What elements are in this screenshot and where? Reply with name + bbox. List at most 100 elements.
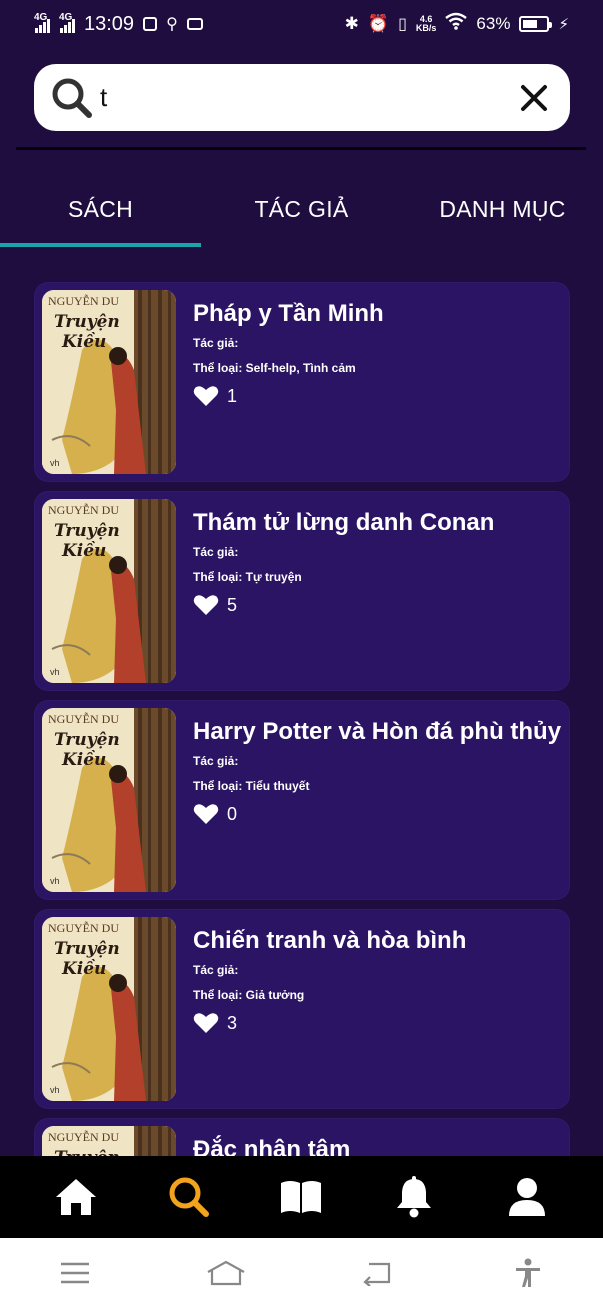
- search-icon: [50, 76, 94, 120]
- book-cover-image: NGUYỄN DU Truyện Kiều vh: [42, 917, 176, 1101]
- book-title: Thám tử lừng danh Conan: [193, 509, 495, 536]
- heart-icon: [193, 386, 219, 406]
- accessibility-icon: [515, 1258, 540, 1287]
- back-button[interactable]: [352, 1253, 402, 1293]
- clock: 13:09: [84, 12, 135, 35]
- battery-percent: 63%: [476, 14, 511, 33]
- cover-title-line1: Truyện: [54, 730, 120, 750]
- wifi-icon: [445, 12, 468, 36]
- usb-icon: ⚲: [166, 16, 178, 33]
- like-counter[interactable]: 0: [193, 803, 237, 825]
- alarm-icon: ⏰: [367, 14, 390, 33]
- cover-author-text: NGUYỄN DU: [48, 712, 119, 726]
- like-counter[interactable]: 5: [193, 594, 237, 616]
- tab-categories[interactable]: DANH MỤC: [402, 176, 603, 242]
- menu-icon: [61, 1262, 90, 1283]
- book-cover-image: NGUYỄN DU Truyện Kiều vh: [42, 290, 176, 474]
- status-bar: 4G 4G 13:09 ⚲ ✱ ⏰ ▯ 4.6 KB/s 63% ⚡: [0, 0, 603, 48]
- status-right: ✱ ⏰ ▯ 4.6 KB/s 63% ⚡: [345, 12, 569, 36]
- tab-authors[interactable]: TÁC GIẢ: [201, 176, 402, 242]
- cover-publisher: vh: [50, 458, 60, 468]
- nav-profile[interactable]: [499, 1169, 555, 1225]
- book-author: Tác giả:: [193, 545, 239, 559]
- book-icon: [281, 1181, 322, 1213]
- cover-title-line1: Truyện: [54, 521, 120, 541]
- like-counter[interactable]: 3: [193, 1012, 237, 1034]
- heart-icon: [193, 804, 219, 824]
- search-bar[interactable]: [34, 64, 570, 131]
- cover-author-text: NGUYỄN DU: [48, 503, 119, 517]
- cell-signal-icon: 4G: [34, 12, 50, 33]
- cell-signal-icon-2: 4G: [59, 12, 75, 33]
- network-speed: 4.6 KB/s: [416, 15, 437, 33]
- cover-publisher: vh: [50, 876, 60, 886]
- home-icon: [56, 1179, 97, 1215]
- like-count: 3: [227, 1012, 238, 1033]
- tab-books[interactable]: SÁCH: [0, 176, 201, 242]
- book-title: Pháp y Tần Minh: [193, 300, 384, 327]
- book-cover-image: NGUYỄN DU Truyện Kiều vh: [42, 708, 176, 892]
- cover-author-text: NGUYỄN DU: [48, 294, 119, 308]
- book-card[interactable]: NGUYỄN DU Truyện Kiều vh Chiến tranh và …: [34, 909, 570, 1109]
- heart-icon: [193, 1013, 219, 1033]
- book-author: Tác giả:: [193, 754, 239, 768]
- network-label-2: 4G: [59, 12, 73, 23]
- nav-library[interactable]: [273, 1169, 329, 1225]
- close-icon: [521, 84, 547, 111]
- cover-publisher: vh: [50, 667, 60, 677]
- nav-home[interactable]: [48, 1169, 104, 1225]
- cover-title-line2: Kiều: [62, 332, 107, 352]
- cover-title-line1: Truyện: [54, 939, 120, 959]
- book-title: Harry Potter và Hòn đá phù thủy: [193, 718, 562, 745]
- cover-publisher: vh: [50, 1085, 60, 1095]
- book-genre: Thể loại: Self-help, Tình cảm: [193, 361, 356, 375]
- recent-apps-button[interactable]: [50, 1253, 100, 1293]
- bell-icon: [397, 1176, 432, 1218]
- book-genre: Thể loại: Tiểu thuyết: [193, 779, 310, 793]
- accessibility-button[interactable]: [503, 1253, 553, 1293]
- status-left: 4G 4G 13:09 ⚲: [34, 12, 203, 36]
- notification-app-icon: [186, 18, 203, 30]
- search-divider: [16, 147, 586, 150]
- back-icon: [363, 1262, 390, 1286]
- nav-notifications[interactable]: [386, 1169, 442, 1225]
- cover-title-line2: Kiều: [62, 541, 107, 561]
- cover-title-line1: Truyện: [54, 312, 120, 332]
- speed-unit: KB/s: [415, 23, 437, 33]
- book-author: Tác giả:: [193, 336, 239, 350]
- profile-icon: [508, 1178, 545, 1216]
- book-author: Tác giả:: [193, 963, 239, 977]
- vibrate-icon: ▯: [398, 16, 407, 33]
- bluetooth-icon: ✱: [344, 14, 359, 33]
- clear-search-button[interactable]: [514, 78, 554, 118]
- book-cover-image: NGUYỄN DU Truyện Kiều vh: [42, 499, 176, 683]
- like-count: 5: [227, 594, 238, 615]
- book-title: Chiến tranh và hòa bình: [193, 927, 467, 954]
- cover-title-line2: Kiều: [62, 959, 107, 979]
- search-input[interactable]: [100, 75, 514, 120]
- shopping-bag-icon: [143, 17, 158, 31]
- heart-icon: [193, 595, 219, 615]
- book-genre: Thể loại: Giả tưởng: [193, 988, 305, 1002]
- tab-bar: SÁCH TÁC GIẢ DANH MỤC: [0, 176, 603, 248]
- system-navigation-bar: [0, 1238, 603, 1307]
- system-home-button[interactable]: [201, 1253, 251, 1293]
- battery-icon: [519, 16, 553, 32]
- book-card[interactable]: NGUYỄN DU Truyện Kiều vh Pháp y Tần Minh…: [34, 282, 570, 482]
- cover-author-text: NGUYỄN DU: [48, 1130, 119, 1144]
- book-genre: Thể loại: Tự truyện: [193, 570, 302, 584]
- nav-search[interactable]: [161, 1169, 217, 1225]
- charging-icon: ⚡: [558, 16, 569, 33]
- like-count: 1: [227, 385, 238, 406]
- cover-title-line2: Kiều: [62, 750, 107, 770]
- like-count: 0: [227, 803, 238, 824]
- book-card[interactable]: NGUYỄN DU Truyện Kiều vh Harry Potter và…: [34, 700, 570, 900]
- network-label-1: 4G: [34, 12, 48, 23]
- home-outline-icon: [207, 1260, 245, 1285]
- search-icon: [169, 1177, 209, 1217]
- cover-author-text: NGUYỄN DU: [48, 921, 119, 935]
- bottom-navigation: [0, 1156, 603, 1238]
- tab-active-indicator: [0, 243, 201, 247]
- book-card[interactable]: NGUYỄN DU Truyện Kiều vh Thám tử lừng da…: [34, 491, 570, 691]
- like-counter[interactable]: 1: [193, 385, 237, 407]
